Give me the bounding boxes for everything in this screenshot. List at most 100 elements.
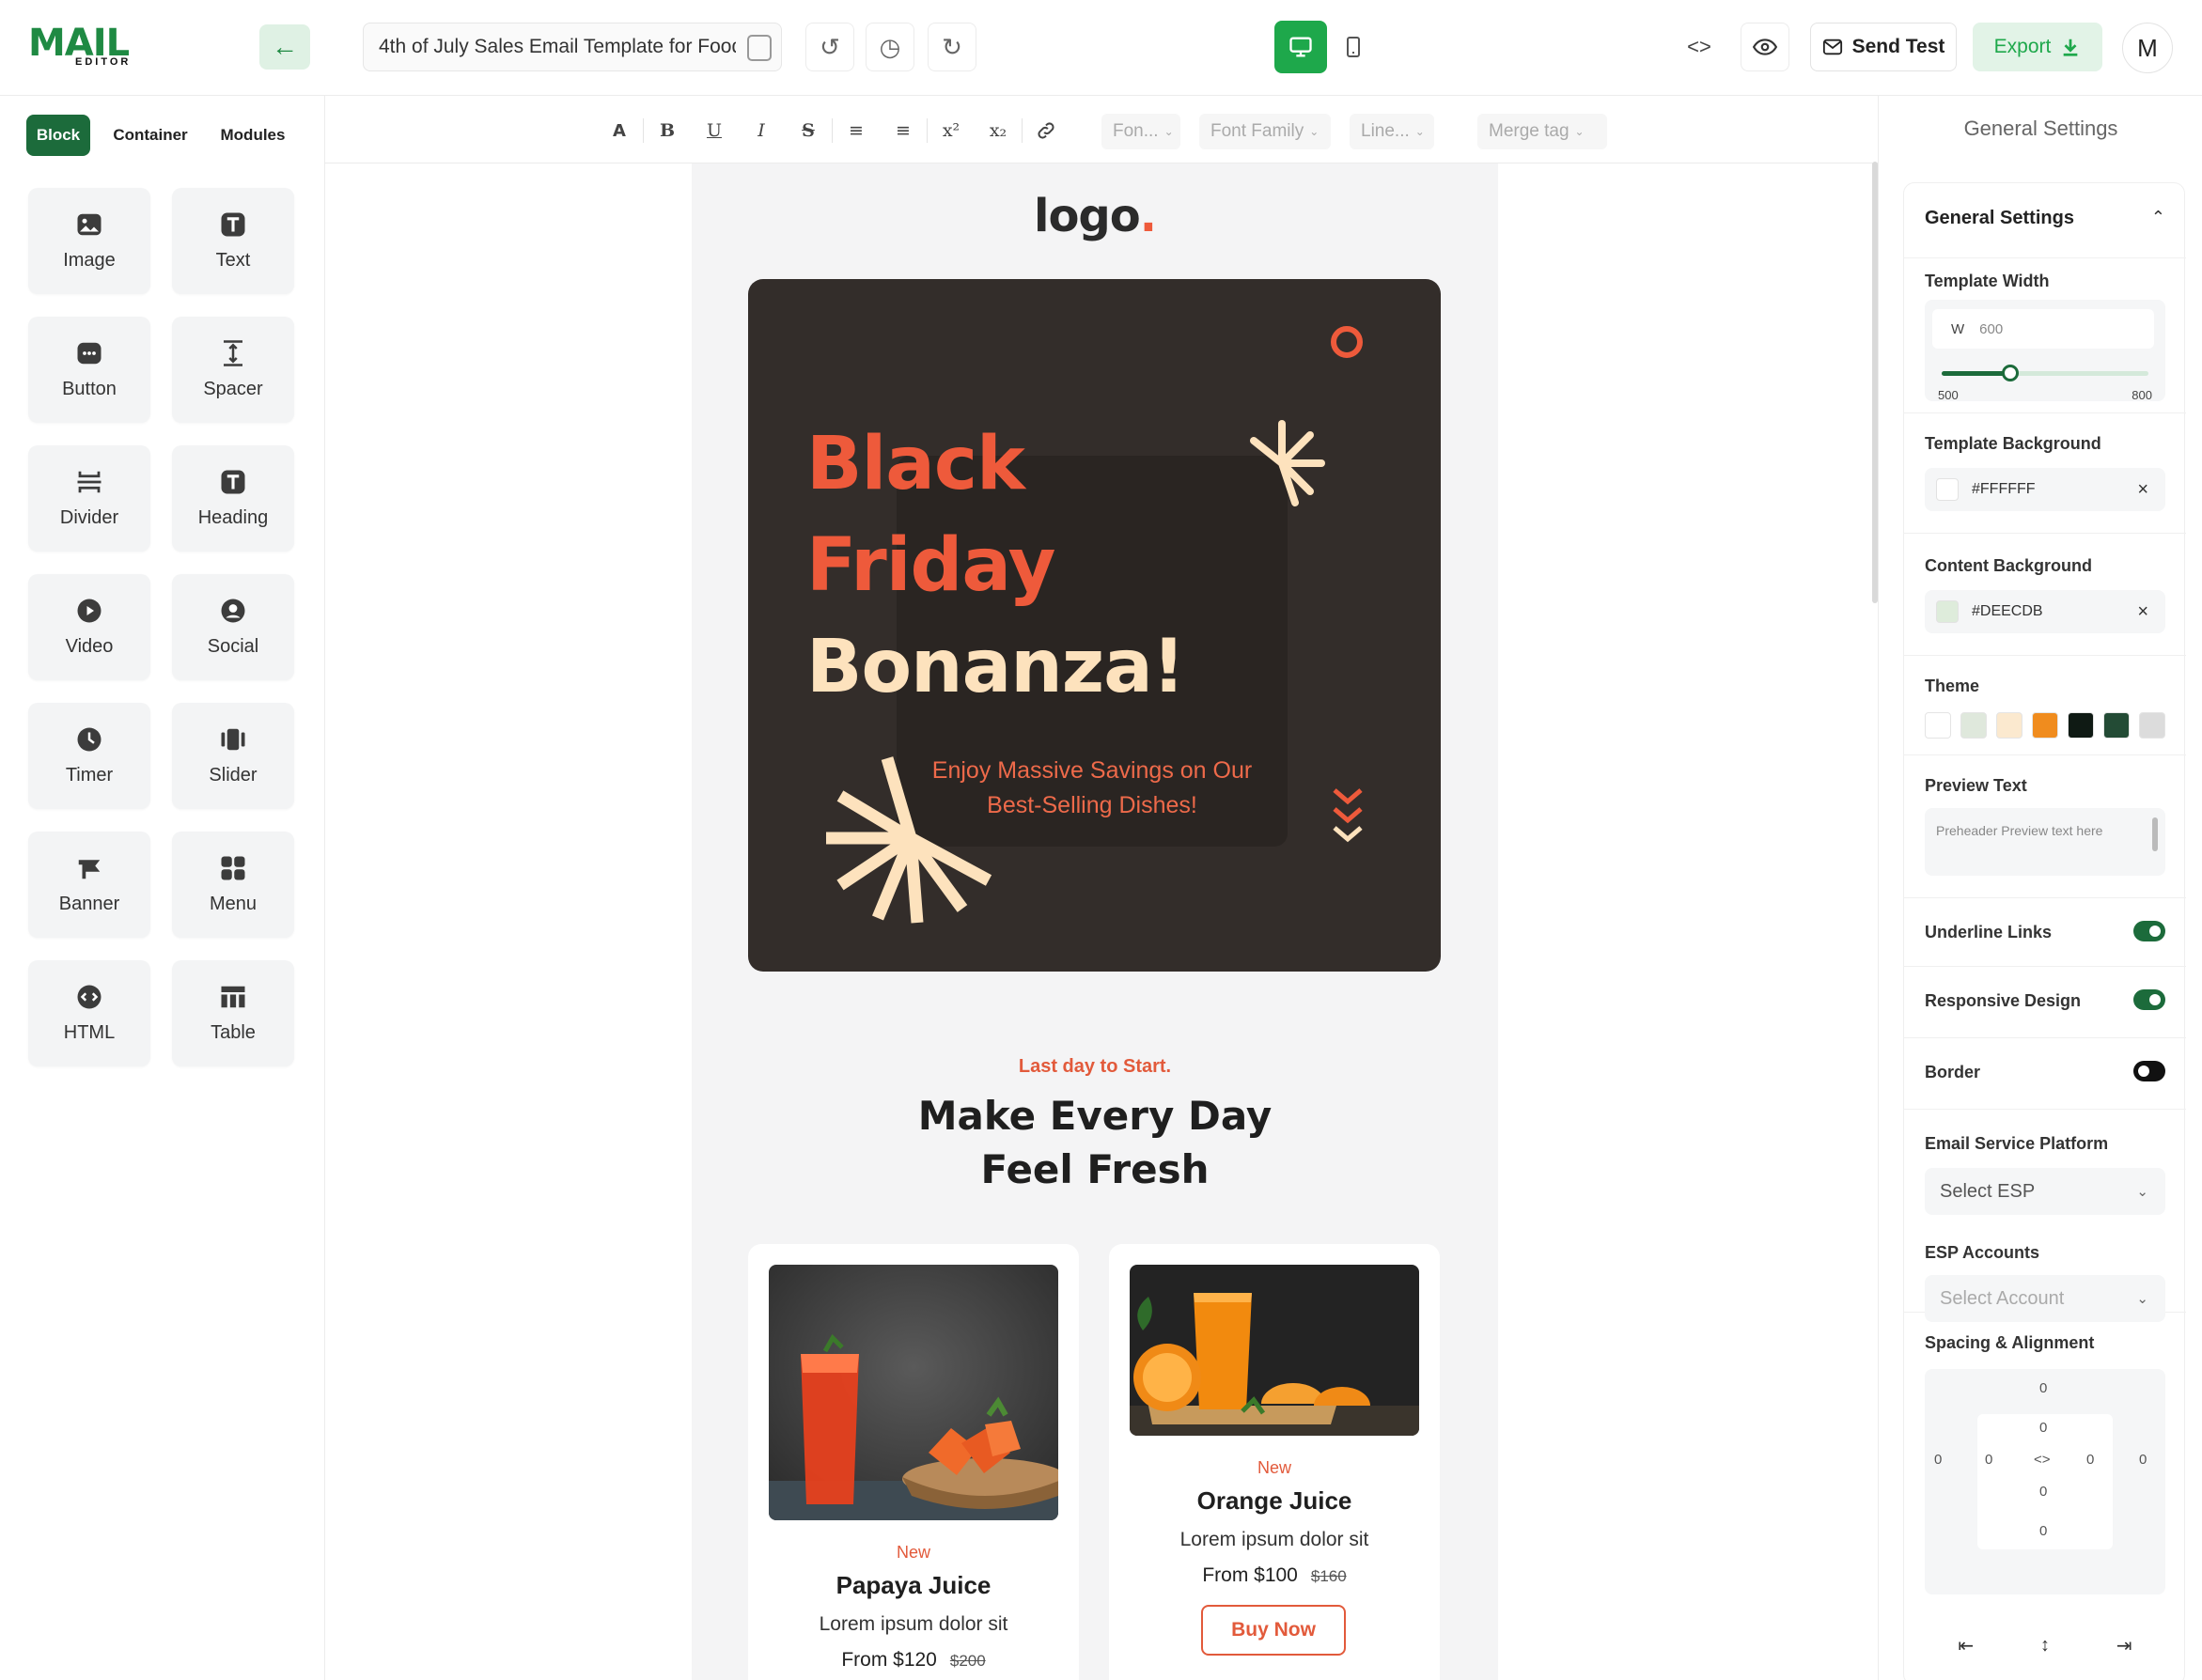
preview-scrollbar[interactable] <box>2152 817 2158 851</box>
template-title-input[interactable]: 4th of July Sales Email Template for Foo… <box>363 23 782 71</box>
margin-bottom-value[interactable]: 0 <box>2039 1523 2047 1539</box>
superscript-icon: x² <box>942 120 960 141</box>
theme-swatch[interactable] <box>1925 712 1951 739</box>
desktop-view-button[interactable] <box>1274 21 1327 73</box>
back-button[interactable]: ← <box>259 24 310 70</box>
redo-button[interactable]: ↻ <box>928 23 976 71</box>
theme-swatch[interactable] <box>1960 712 1987 739</box>
section-eyebrow: Last day to Start. <box>1018 1056 1172 1077</box>
block-text[interactable]: Text <box>172 188 294 294</box>
section-title: General Settings <box>1925 208 2074 228</box>
bold-icon: B <box>659 120 676 141</box>
section-headline: Make Every Day Feel Fresh <box>692 1089 1498 1196</box>
block-image[interactable]: Image <box>28 188 150 294</box>
tab-block[interactable]: Block <box>26 115 90 156</box>
merge-tag-dropdown[interactable]: Merge tag ⌄ <box>1477 114 1607 149</box>
underline-button[interactable]: U <box>691 112 738 149</box>
block-timer[interactable]: Timer <box>28 703 150 809</box>
align-center-icon[interactable]: ↕ <box>2040 1635 2050 1657</box>
width-slider-handle[interactable] <box>2001 365 2019 381</box>
redo-icon: ↻ <box>942 32 962 61</box>
block-button[interactable]: Button <box>28 317 150 423</box>
tab-modules[interactable]: Modules <box>211 115 295 156</box>
block-table[interactable]: Table <box>172 960 294 1066</box>
menu-icon <box>221 856 245 880</box>
clear-icon[interactable]: × <box>2137 479 2148 501</box>
theme-swatch[interactable] <box>2103 712 2130 739</box>
margin-left-value[interactable]: 0 <box>1934 1452 1942 1468</box>
font-family-dropdown[interactable]: Font Family ⌄ <box>1199 114 1331 149</box>
esp-select[interactable]: Select ESP ⌄ <box>1925 1168 2165 1215</box>
border-toggle[interactable] <box>2133 1061 2165 1081</box>
email-logo[interactable]: logo. <box>692 190 1498 242</box>
subscript-icon: x₂ <box>989 120 1007 141</box>
send-test-button[interactable]: Send Test <box>1810 23 1957 71</box>
theme-swatch[interactable] <box>1996 712 2022 739</box>
padding-bottom-value[interactable]: 0 <box>2039 1484 2047 1500</box>
mobile-view-button[interactable] <box>1329 23 1378 71</box>
padding-right-value[interactable]: 0 <box>2086 1452 2094 1468</box>
block-label: Banner <box>58 894 120 914</box>
product-card-papaya[interactable]: New Papaya Juice Lorem ipsum dolor sit F… <box>748 1244 1079 1680</box>
block-video[interactable]: Video <box>28 574 150 680</box>
general-settings-header[interactable]: General Settings ⌃ <box>1904 183 2186 258</box>
hero-banner[interactable]: Black Friday Bonanza! Enjoy Massive Savi… <box>748 279 1441 972</box>
margin-right-value[interactable]: 0 <box>2139 1452 2147 1468</box>
preview-button[interactable] <box>1741 23 1789 71</box>
numbered-list-button[interactable]: ≡ <box>880 112 927 149</box>
subscript-button[interactable]: x₂ <box>975 112 1022 149</box>
text-icon <box>221 212 245 237</box>
padding-left-value[interactable]: 0 <box>1985 1452 1992 1468</box>
strikethrough-button[interactable]: S <box>785 112 832 149</box>
superscript-button[interactable]: x² <box>928 112 975 149</box>
undo-button[interactable]: ↺ <box>805 23 854 71</box>
export-label: Export <box>1993 36 2052 57</box>
email-template[interactable]: logo. Black Friday Bonanza! Enjoy Massiv… <box>692 163 1498 1680</box>
clear-icon[interactable]: × <box>2137 601 2148 623</box>
block-banner[interactable]: Banner <box>28 832 150 938</box>
underline-links-row: Underline Links <box>1904 898 2186 967</box>
line-height-dropdown[interactable]: Line... ⌄ <box>1350 114 1434 149</box>
text-color-button[interactable]: A <box>596 112 643 149</box>
block-label: Slider <box>209 765 258 786</box>
block-html[interactable]: HTML <box>28 960 150 1066</box>
block-heading[interactable]: Heading <box>172 445 294 552</box>
link-icon <box>1038 122 1054 139</box>
template-background-field[interactable]: #FFFFFF × <box>1925 468 2165 511</box>
tab-container[interactable]: Container <box>105 115 195 156</box>
buy-now-button[interactable]: Buy Now <box>1201 1605 1346 1656</box>
user-avatar[interactable]: M <box>2122 23 2173 73</box>
italic-button[interactable]: I <box>738 112 785 149</box>
font-size-dropdown[interactable]: Fon... ⌄ <box>1101 114 1180 149</box>
chevron-down-icon: ⌄ <box>1309 125 1320 138</box>
align-right-icon[interactable]: ⇥ <box>2116 1634 2132 1657</box>
underline-links-toggle[interactable] <box>2133 921 2165 941</box>
block-social[interactable]: Social <box>172 574 294 680</box>
bullet-list-button[interactable]: ≡ <box>833 112 880 149</box>
ring-decoration-icon <box>1331 326 1363 358</box>
responsive-design-toggle[interactable] <box>2133 989 2165 1010</box>
padding-top-value[interactable]: 0 <box>2039 1420 2047 1436</box>
code-view-button[interactable]: <> <box>1675 23 1724 71</box>
block-divider[interactable]: Divider <box>28 445 150 552</box>
block-spacer[interactable]: Spacer <box>172 317 294 423</box>
block-slider[interactable]: Slider <box>172 703 294 809</box>
preview-text-input[interactable]: Preheader Preview text here <box>1925 808 2165 876</box>
top-bar: MAIL EDITOR ← 4th of July Sales Email Te… <box>0 0 2202 96</box>
align-left-icon[interactable]: ⇤ <box>1958 1634 1974 1657</box>
bold-button[interactable]: B <box>644 112 691 149</box>
theme-swatch[interactable] <box>2068 712 2094 739</box>
template-width-input[interactable]: W 600 <box>1932 309 2154 349</box>
margin-top-value[interactable]: 0 <box>2039 1380 2047 1396</box>
content-background-field[interactable]: #DEECDB × <box>1925 590 2165 633</box>
block-menu[interactable]: Menu <box>172 832 294 938</box>
theme-swatch[interactable] <box>2139 712 2165 739</box>
width-slider-track[interactable] <box>1942 365 2148 381</box>
image-icon <box>77 213 102 236</box>
export-button[interactable]: Export <box>1973 23 2102 71</box>
theme-swatch[interactable] <box>2032 712 2058 739</box>
history-button[interactable]: ◷ <box>866 23 914 71</box>
product-card-orange[interactable]: New Orange Juice Lorem ipsum dolor sit F… <box>1109 1244 1440 1680</box>
link-spacing-icon[interactable]: <> <box>2034 1452 2051 1468</box>
link-button[interactable] <box>1023 112 1070 149</box>
